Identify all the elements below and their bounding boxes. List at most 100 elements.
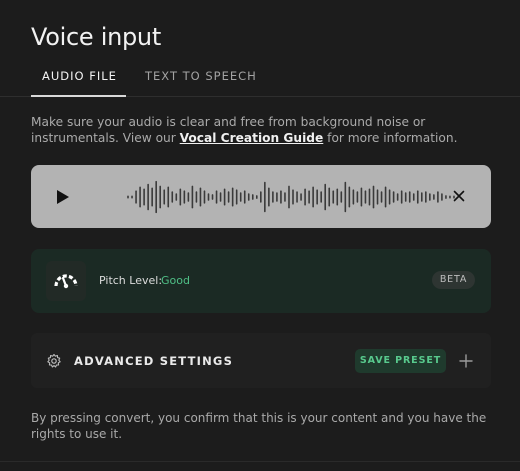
waveform-bar xyxy=(280,190,282,204)
waveform-bar xyxy=(239,192,242,202)
waveform-bar xyxy=(227,191,230,203)
waveform-bar xyxy=(340,191,343,203)
waveform-bar xyxy=(203,190,206,204)
divider xyxy=(0,461,520,462)
waveform-bar xyxy=(264,181,266,213)
waveform-bar xyxy=(268,187,270,207)
waveform-bar xyxy=(344,181,347,213)
intro-suffix: for more information. xyxy=(323,131,458,145)
waveform-bar xyxy=(445,195,447,199)
tab-bar: AUDIO FILE TEXT TO SPEECH xyxy=(0,62,520,97)
page-title: Voice input xyxy=(31,23,161,51)
waveform-bar xyxy=(384,186,387,208)
waveform-bar xyxy=(147,183,149,211)
waveform-bar xyxy=(131,195,133,199)
waveform-bar xyxy=(243,190,246,204)
waveform-bar xyxy=(139,186,141,208)
waveform-bar xyxy=(191,185,194,209)
waveform-bar xyxy=(179,188,182,206)
waveform-bar xyxy=(211,194,214,200)
close-icon[interactable] xyxy=(453,190,465,202)
waveform-bar xyxy=(388,189,391,205)
waveform-bar xyxy=(328,187,331,207)
waveform-bar xyxy=(416,190,419,204)
waveform-bar xyxy=(332,190,335,204)
tab-text-to-speech[interactable]: TEXT TO SPEECH xyxy=(145,69,257,97)
waveform-bar xyxy=(320,191,322,203)
audio-waveform[interactable] xyxy=(126,178,456,216)
waveform-bar xyxy=(155,180,157,214)
waveform-bar xyxy=(143,188,145,206)
waveform-bar xyxy=(127,195,129,199)
waveform-bar xyxy=(251,194,254,200)
waveform-bar xyxy=(396,193,399,201)
gear-icon xyxy=(47,353,61,368)
waveform-bar xyxy=(207,193,210,201)
waveform-bar xyxy=(420,192,423,202)
waveform-bar xyxy=(408,191,411,203)
waveform-bar xyxy=(151,187,153,207)
waveform-bar xyxy=(187,192,190,202)
tab-audio-file[interactable]: AUDIO FILE xyxy=(31,69,126,97)
waveform-bar xyxy=(304,188,306,206)
waveform-bar xyxy=(336,188,339,206)
waveform-bar xyxy=(276,192,278,202)
waveform-bar xyxy=(219,192,222,202)
waveform-bar xyxy=(247,193,250,201)
waveform-bar xyxy=(231,187,234,207)
waveform-bar xyxy=(296,191,298,203)
disclaimer-text: By pressing convert, you confirm that th… xyxy=(31,411,487,441)
waveform-bar xyxy=(364,190,367,204)
waveform-bar xyxy=(376,189,379,205)
waveform-bar xyxy=(352,189,355,205)
gauge-icon xyxy=(46,261,86,301)
waveform-bar xyxy=(324,183,327,211)
waveform-bar xyxy=(292,189,294,205)
vocal-creation-guide-link[interactable]: Vocal Creation Guide xyxy=(180,131,324,145)
waveform-bar xyxy=(368,188,371,206)
waveform-bar xyxy=(223,188,226,206)
waveform-bar xyxy=(135,190,137,204)
save-preset-button[interactable]: SAVE PRESET xyxy=(355,349,446,373)
waveform-bar xyxy=(159,185,162,209)
waveform-bar xyxy=(449,195,451,199)
waveform-bar xyxy=(360,187,363,207)
waveform-bar xyxy=(441,193,443,201)
waveform-bar xyxy=(425,191,427,203)
advanced-settings-label: ADVANCED SETTINGS xyxy=(74,354,234,368)
waveform-bar xyxy=(412,193,415,201)
waveform-bar xyxy=(167,186,170,208)
waveform-bar xyxy=(392,191,395,203)
waveform-bar xyxy=(255,195,258,199)
waveform-bar xyxy=(272,191,274,203)
waveform-bar xyxy=(235,189,238,205)
pitch-level-value: Good xyxy=(161,274,190,287)
waveform-bar xyxy=(433,194,435,200)
waveform-bar xyxy=(372,185,375,209)
waveform-bar xyxy=(312,186,314,208)
plus-icon[interactable] xyxy=(459,354,473,368)
waveform-bar xyxy=(195,191,198,203)
audio-player xyxy=(31,165,491,228)
waveform-bar xyxy=(163,189,166,205)
waveform-bar xyxy=(175,193,178,201)
waveform-bar xyxy=(171,191,174,203)
waveform-bar xyxy=(404,192,407,202)
waveform-bar xyxy=(316,189,318,205)
waveform-bar xyxy=(284,192,286,202)
waveform-bar xyxy=(183,190,186,204)
waveform-bar xyxy=(356,191,359,203)
waveform-bar xyxy=(288,185,290,209)
waveform-bar xyxy=(199,187,202,207)
advanced-settings-row[interactable]: ADVANCED SETTINGS SAVE PRESET xyxy=(31,333,491,388)
intro-text: Make sure your audio is clear and free f… xyxy=(31,114,491,146)
pitch-level-label: Pitch Level: xyxy=(99,274,163,287)
waveform-bar xyxy=(429,193,431,201)
waveform-bar xyxy=(380,191,383,203)
pitch-level-card: Pitch Level: Good BETA xyxy=(31,249,491,313)
waveform-bar xyxy=(215,190,218,204)
waveform-bar xyxy=(300,193,302,201)
voice-input-panel: Voice input AUDIO FILE TEXT TO SPEECH Ma… xyxy=(0,0,520,471)
waveform-bar xyxy=(260,191,262,203)
play-icon[interactable] xyxy=(56,189,70,205)
